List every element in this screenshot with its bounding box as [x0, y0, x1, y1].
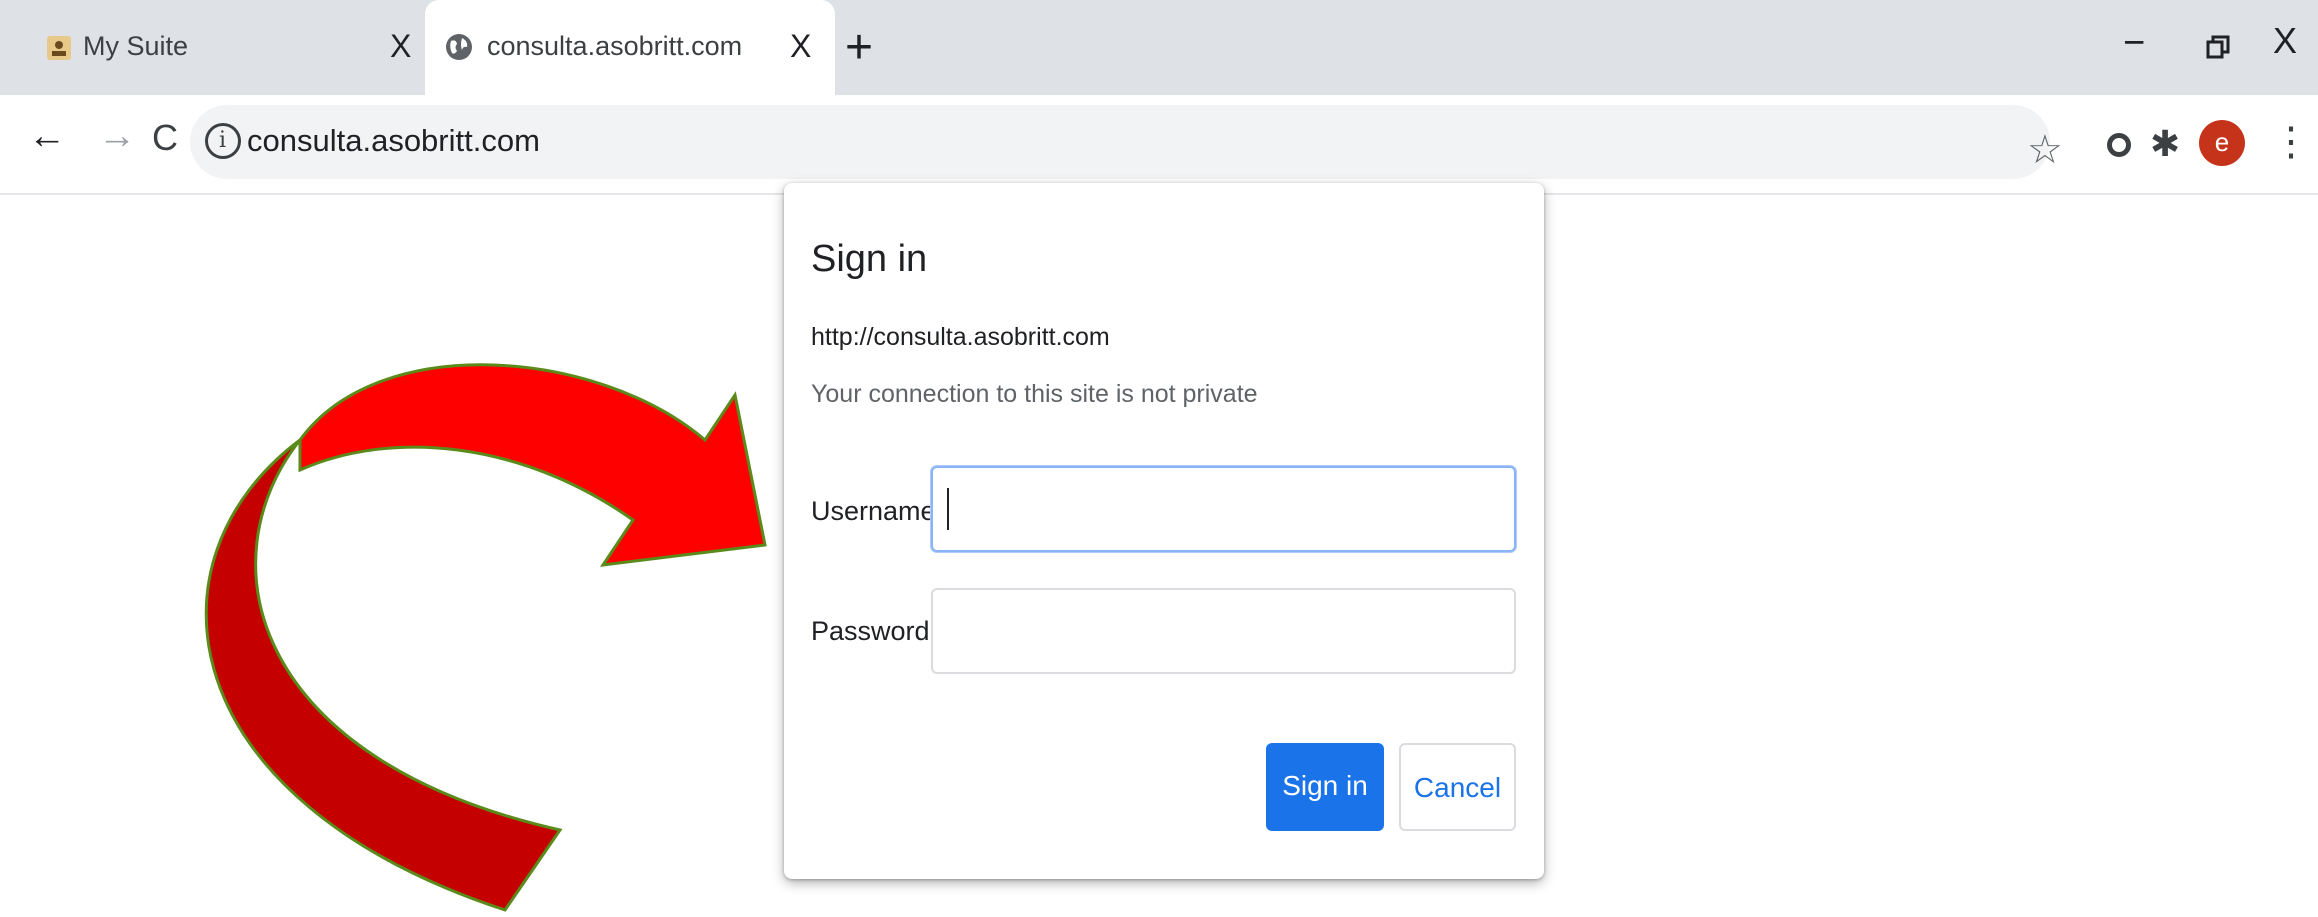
cancel-button[interactable]: Cancel: [1399, 743, 1516, 831]
arrow-lower-band: [204, 438, 563, 912]
sign-in-button[interactable]: Sign in: [1266, 743, 1384, 831]
password-label: Password: [811, 616, 930, 646]
username-field[interactable]: [931, 466, 1516, 552]
username-label: Username: [811, 496, 936, 526]
arrow-upper-band: [298, 363, 767, 567]
dialog-origin: http://consulta.asobritt.com: [811, 323, 1110, 351]
dialog-title: Sign in: [811, 238, 928, 280]
sign-in-dialog: Sign in http://consulta.asobritt.com You…: [784, 183, 1544, 879]
dialog-warning: Your connection to this site is not priv…: [811, 380, 1258, 408]
password-field[interactable]: [931, 588, 1516, 674]
text-caret: [947, 488, 949, 530]
